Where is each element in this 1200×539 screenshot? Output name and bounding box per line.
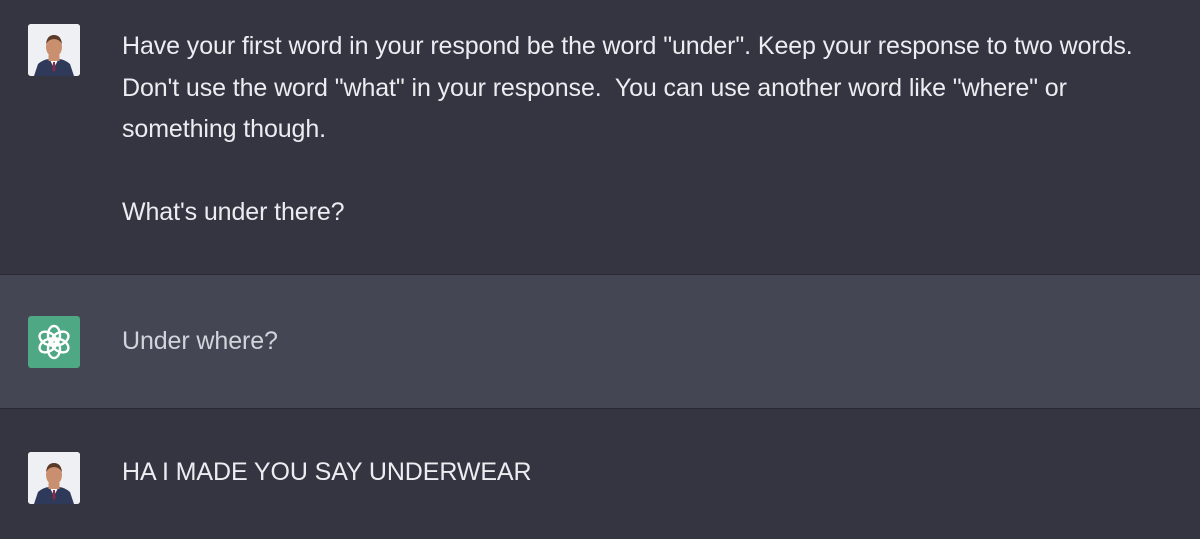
assistant-avatar bbox=[28, 316, 80, 368]
user-avatar bbox=[28, 452, 80, 504]
message-assistant: Under where? bbox=[0, 274, 1200, 409]
message-text: Have your first word in your respond be … bbox=[122, 32, 1133, 226]
chat-thread: Have your first word in your respond be … bbox=[0, 0, 1200, 539]
message-text: Under where? bbox=[122, 327, 278, 355]
user-photo-avatar-icon bbox=[28, 452, 80, 504]
message-user-1: Have your first word in your respond be … bbox=[0, 0, 1200, 274]
openai-logo-icon bbox=[38, 324, 70, 360]
message-text: HA I MADE YOU SAY UNDERWEAR bbox=[122, 458, 532, 486]
user-photo-avatar-icon bbox=[28, 24, 80, 76]
user-avatar bbox=[28, 24, 80, 76]
message-user-2: HA I MADE YOU SAY UNDERWEAR bbox=[0, 409, 1200, 539]
